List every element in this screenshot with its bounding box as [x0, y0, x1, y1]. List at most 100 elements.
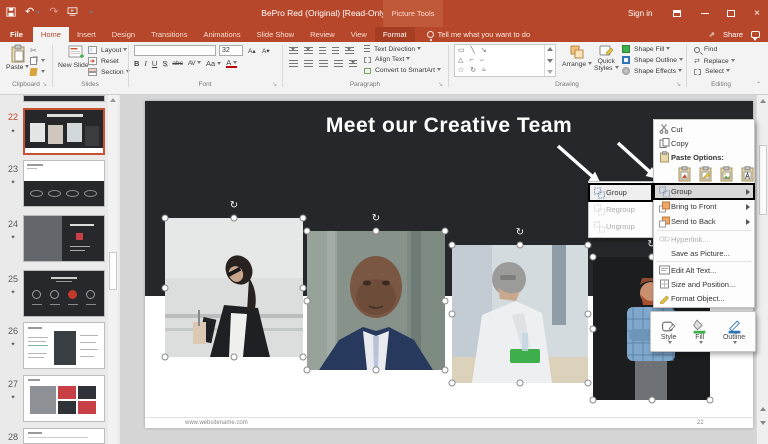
paragraph-dialog-launcher[interactable]: ↘ [438, 81, 443, 88]
tab-home[interactable]: Home [33, 27, 69, 42]
clipboard-dialog-launcher[interactable]: ↘ [42, 81, 47, 88]
bullets-icon[interactable] [289, 47, 298, 55]
font-size-input[interactable] [219, 45, 243, 56]
menu-item-format-object[interactable]: Format Object... [654, 291, 754, 305]
change-case-button[interactable]: Aa [206, 59, 221, 68]
tab-insert[interactable]: Insert [69, 27, 104, 42]
columns-icon[interactable] [349, 60, 357, 68]
copy-button[interactable] [30, 57, 45, 65]
scroll-thumb[interactable] [759, 145, 767, 215]
thumbnail-24[interactable] [23, 215, 105, 262]
share-button[interactable]: Share [723, 30, 743, 39]
photo-woman-with-drink[interactable] [165, 218, 303, 357]
menu-item-edit-alt-text[interactable]: Edit Alt Text... [654, 263, 754, 277]
selection-handle[interactable] [304, 297, 311, 304]
vertical-scrollbar[interactable] [756, 95, 768, 444]
menu-item-size-and-position[interactable]: Size and Position... [654, 277, 754, 291]
paste-source-formatting-icon[interactable] [697, 165, 714, 183]
layout-button[interactable]: Layout [88, 46, 127, 54]
paste-keep-text-only-icon[interactable] [739, 165, 756, 183]
tab-design[interactable]: Design [104, 27, 143, 42]
rotate-handle-icon[interactable] [372, 214, 380, 224]
thumbnail-21-partial[interactable] [23, 95, 105, 102]
menu-item-save-as-picture[interactable]: Save as Picture... [654, 246, 754, 260]
paste-destination-theme-icon[interactable] [676, 165, 693, 183]
minimize-button[interactable] [692, 0, 718, 27]
shape-effects-button[interactable]: Shape Effects [622, 67, 682, 75]
panel-scroll-up-icon[interactable] [108, 95, 118, 105]
selection-handle[interactable] [517, 242, 524, 249]
replace-button[interactable]: ⇄Replace [694, 57, 735, 65]
decrease-indent-icon[interactable] [319, 47, 326, 55]
cut-button[interactable]: ✂ [30, 46, 37, 55]
find-button[interactable]: Find [694, 46, 717, 53]
previous-slide-icon[interactable] [757, 403, 768, 415]
convert-smartart-button[interactable]: Convert to SmartArt [364, 67, 441, 74]
customize-qat-icon[interactable] [87, 6, 93, 18]
scroll-up-icon[interactable] [757, 95, 768, 107]
grow-font-button[interactable]: A▴ [248, 47, 256, 55]
thumbnail-27[interactable] [23, 375, 105, 422]
menu-item-bring-to-front[interactable]: Bring to Front [654, 199, 754, 214]
next-slide-icon[interactable] [757, 417, 768, 429]
tab-file[interactable]: File [0, 27, 33, 42]
selection-handle[interactable] [590, 254, 597, 261]
tab-slide-show[interactable]: Slide Show [249, 27, 303, 42]
selection-handle[interactable] [231, 215, 238, 222]
ribbon-display-options-icon[interactable] [664, 0, 690, 27]
maximize-button[interactable] [718, 0, 744, 27]
align-right-icon[interactable] [319, 60, 328, 68]
submenu-item-regroup[interactable]: Regroup [589, 201, 652, 218]
shape-fill-button[interactable]: Shape Fill [622, 45, 670, 53]
selection-handle[interactable] [442, 228, 449, 235]
tab-format[interactable]: Format [375, 27, 415, 42]
selection-handle[interactable] [585, 380, 592, 387]
selection-handle[interactable] [162, 284, 169, 291]
close-button[interactable]: × [744, 0, 768, 27]
shapes-gallery[interactable]: ▭ ╲ ↘ △ ⌐ ⌣ ☆ ↻ ≈ [454, 44, 556, 77]
selection-handle[interactable] [442, 297, 449, 304]
selection-handle[interactable] [585, 311, 592, 318]
selection-handle[interactable] [304, 228, 311, 235]
thumbnail-22[interactable] [23, 108, 105, 155]
undo-icon[interactable]: ↶ [25, 5, 40, 18]
line-spacing-icon[interactable] [345, 47, 354, 55]
rotate-handle-icon[interactable] [516, 228, 524, 238]
align-left-icon[interactable] [289, 60, 298, 68]
submenu-item-ungroup[interactable]: Ungroup [589, 218, 652, 235]
thumbnail-26[interactable] [23, 322, 105, 369]
comments-icon[interactable] [751, 31, 760, 38]
selection-handle[interactable] [162, 354, 169, 361]
save-icon[interactable] [6, 7, 16, 17]
selection-handle[interactable] [304, 367, 311, 374]
text-shadow-button[interactable]: S [162, 59, 167, 68]
justify-icon[interactable] [334, 60, 343, 68]
gallery-scroll[interactable] [544, 45, 555, 76]
increase-indent-icon[interactable] [332, 47, 339, 55]
selection-handle[interactable] [590, 397, 597, 404]
selection-handle[interactable] [300, 284, 307, 291]
underline-button[interactable]: U [152, 59, 157, 68]
submenu-item-group[interactable]: Group [589, 184, 652, 201]
arrange-button[interactable]: Arrange [562, 44, 592, 68]
format-painter-button[interactable] [30, 68, 45, 76]
menu-item-hyperlink[interactable]: Hyperlink... [654, 232, 754, 246]
tab-transitions[interactable]: Transitions [143, 27, 195, 42]
shrink-font-button[interactable]: A▾ [262, 47, 270, 55]
selection-handle[interactable] [373, 367, 380, 374]
font-dialog-launcher[interactable]: ↘ [272, 81, 277, 88]
section-button[interactable]: Section [88, 68, 130, 76]
redo-icon[interactable]: ↷ [49, 5, 58, 18]
selection-handle[interactable] [648, 397, 655, 404]
font-name-input[interactable] [134, 45, 216, 56]
selection-handle[interactable] [449, 242, 456, 249]
selection-handle[interactable] [442, 367, 449, 374]
select-button[interactable]: Select [694, 68, 730, 75]
menu-item-copy[interactable]: Copy [654, 136, 754, 150]
tab-animations[interactable]: Animations [195, 27, 248, 42]
shape-outline-button[interactable]: Shape Outline [622, 56, 683, 64]
photo-bald-man-suit[interactable] [307, 231, 445, 370]
numbering-icon[interactable] [304, 47, 313, 55]
selection-handle[interactable] [517, 380, 524, 387]
thumbnail-28[interactable] [23, 428, 105, 444]
